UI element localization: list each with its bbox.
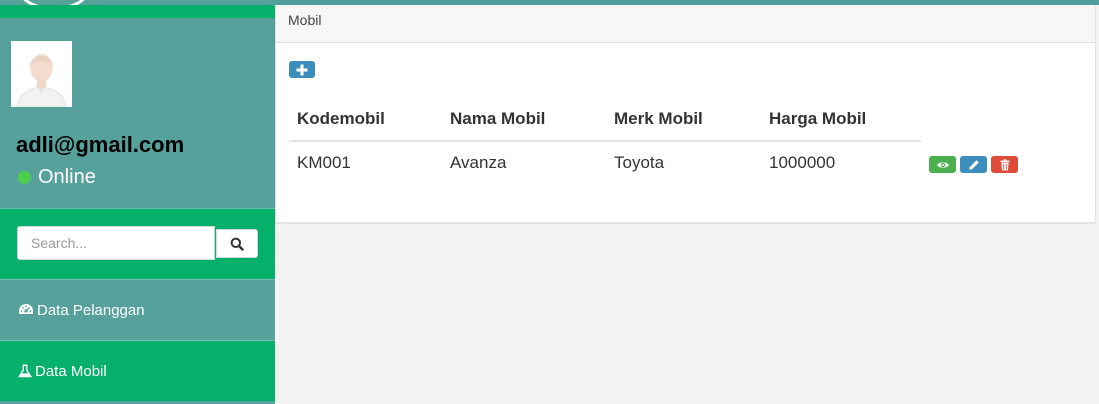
dashboard-icon: [18, 303, 34, 317]
row-actions: [929, 152, 1071, 173]
flask-icon: [18, 364, 32, 378]
search-button[interactable]: [216, 229, 258, 258]
search-icon: [230, 237, 244, 251]
plus-icon: [296, 64, 308, 75]
search-input[interactable]: [17, 226, 215, 260]
cell-merk-mobil: Toyota: [614, 153, 665, 172]
user-panel: adli@gmail.com Online: [0, 18, 275, 208]
delete-button[interactable]: [991, 156, 1018, 173]
edit-icon: [968, 159, 979, 170]
sidebar-search-form: [0, 208, 275, 279]
edit-button[interactable]: [960, 156, 987, 173]
box-title: Mobil: [288, 12, 322, 28]
user-avatar-icon: [11, 41, 72, 107]
column-header-nama-mobil: Nama Mobil: [442, 97, 606, 142]
table-row: KM001 Avanza Toyota 1000000: [289, 141, 1079, 184]
table-header-row: Kodemobil Nama Mobil Merk Mobil Harga Mo…: [289, 97, 1079, 142]
cell-harga-mobil: 1000000: [769, 153, 836, 172]
sidebar-top-bar: [0, 5, 275, 18]
sidebar: adli@gmail.com Online Dat: [0, 0, 275, 404]
avatar: [11, 41, 72, 107]
online-status-dot-icon: [18, 171, 31, 184]
cell-nama-mobil: Avanza: [450, 153, 507, 172]
user-status-label: Online: [38, 166, 96, 188]
view-icon: [936, 161, 949, 168]
column-header-kodemobil: Kodemobil: [289, 97, 442, 142]
cell-actions: [921, 141, 1079, 184]
column-header-actions: [921, 97, 1079, 141]
box-header: Mobil: [276, 5, 1095, 43]
add-mobil-button[interactable]: [289, 61, 315, 78]
view-button[interactable]: [929, 156, 956, 173]
sidebar-item-label: Data Mobil: [35, 362, 107, 380]
mobil-table: Kodemobil Nama Mobil Merk Mobil Harga Mo…: [289, 97, 1079, 184]
sidebar-item-data-pelanggan[interactable]: Data Pelanggan: [0, 279, 275, 340]
mobil-box: Mobil Kodemobil Nama Mobil Merk Mobil Ha…: [275, 5, 1096, 223]
column-header-merk-mobil: Merk Mobil: [606, 97, 761, 142]
sidebar-item-data-mobil[interactable]: Data Mobil: [0, 340, 275, 404]
sidebar-item-label: Data Pelanggan: [37, 301, 145, 319]
column-header-harga-mobil: Harga Mobil: [761, 97, 921, 142]
user-email: adli@gmail.com: [16, 132, 185, 157]
user-status: Online: [18, 166, 96, 189]
cell-kodemobil: KM001: [297, 153, 351, 172]
delete-icon: [1000, 158, 1009, 170]
